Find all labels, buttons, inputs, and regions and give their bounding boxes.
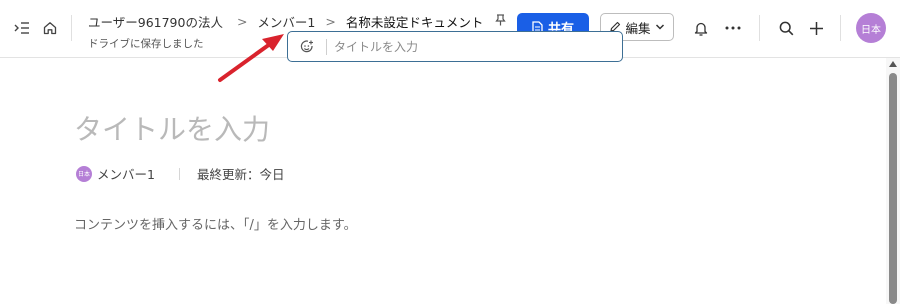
breadcrumb-separator: >: [236, 14, 248, 29]
notifications-button[interactable]: [691, 18, 711, 38]
document-meta: 日本 メンバー1 最終更新：今日: [76, 164, 284, 183]
search-icon: [779, 21, 793, 35]
scrollbar-thumb[interactable]: [889, 73, 897, 304]
sidebar-toggle-button[interactable]: [12, 18, 32, 38]
breadcrumb: ユーザー961790の法人 > メンバー1 > 名称未設定ドキュメント: [88, 12, 507, 31]
bell-icon: [694, 22, 708, 36]
author-avatar: 日本: [76, 165, 92, 182]
divider: [840, 15, 841, 41]
edit-button-label: 編集: [625, 20, 651, 36]
meta-divider: [178, 167, 180, 180]
breadcrumb-separator: >: [325, 14, 336, 29]
home-button[interactable]: [40, 18, 60, 38]
content-hint[interactable]: コンテンツを挿入するには、「/」を入力します。: [74, 214, 357, 233]
add-button[interactable]: [806, 18, 826, 38]
last-updated: 最終更新：今日: [196, 167, 285, 182]
breadcrumb-document-title[interactable]: 名称未設定ドキュメント: [346, 12, 484, 31]
user-avatar[interactable]: 日本: [856, 13, 886, 43]
pin-button[interactable]: [495, 14, 507, 29]
scroll-up-icon[interactable]: [889, 61, 897, 67]
divider: [759, 15, 760, 41]
more-options-button[interactable]: [722, 18, 744, 38]
input-divider: [326, 39, 327, 55]
title-field[interactable]: [334, 37, 614, 56]
pin-icon: [495, 14, 507, 26]
home-icon: [43, 22, 57, 35]
add-icon-button[interactable]: [300, 39, 314, 58]
more-icon: [725, 26, 741, 30]
chevron-down-icon: [655, 24, 664, 30]
emoji-add-icon: [300, 40, 313, 53]
author-name[interactable]: メンバー1: [97, 164, 155, 183]
document-title-placeholder[interactable]: タイトルを入力: [74, 108, 270, 148]
divider: [71, 15, 72, 41]
breadcrumb-org[interactable]: ユーザー961790の法人: [88, 12, 223, 31]
plus-icon: [809, 21, 823, 35]
breadcrumb-member[interactable]: メンバー1: [257, 12, 315, 31]
sidebar-toggle-icon: [14, 22, 29, 34]
save-status: ドライブに保存しました: [88, 38, 204, 50]
title-input-popup: [287, 31, 623, 62]
search-button[interactable]: [776, 18, 796, 38]
